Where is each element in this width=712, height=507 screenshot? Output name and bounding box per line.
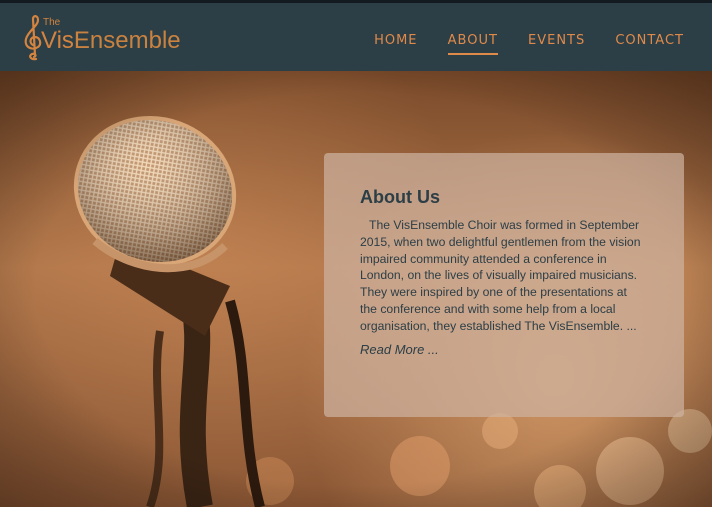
- site-logo[interactable]: The VisEnsemble: [22, 15, 182, 61]
- nav-about[interactable]: ABOUT: [447, 33, 498, 55]
- about-body: The VisEnsemble Choir was formed in Sept…: [360, 218, 641, 333]
- logo-wordmark: VisEnsemble: [41, 27, 181, 55]
- main-nav: HOME ABOUT EVENTS CONTACT: [349, 29, 684, 55]
- about-title: About Us: [360, 187, 440, 207]
- hero-section: About Us The VisEnsemble Choir was forme…: [0, 71, 712, 507]
- logo-ensemble: Ensemble: [73, 27, 181, 54]
- logo-vis: Vis: [41, 27, 74, 54]
- nav-events[interactable]: EVENTS: [528, 33, 585, 53]
- about-card: About Us The VisEnsemble Choir was forme…: [324, 153, 684, 417]
- nav-home[interactable]: HOME: [374, 33, 417, 53]
- site-header: The VisEnsemble HOME ABOUT EVENTS CONTAC…: [0, 3, 712, 71]
- nav-contact[interactable]: CONTACT: [615, 33, 684, 53]
- read-more-link[interactable]: Read More ...: [360, 342, 439, 357]
